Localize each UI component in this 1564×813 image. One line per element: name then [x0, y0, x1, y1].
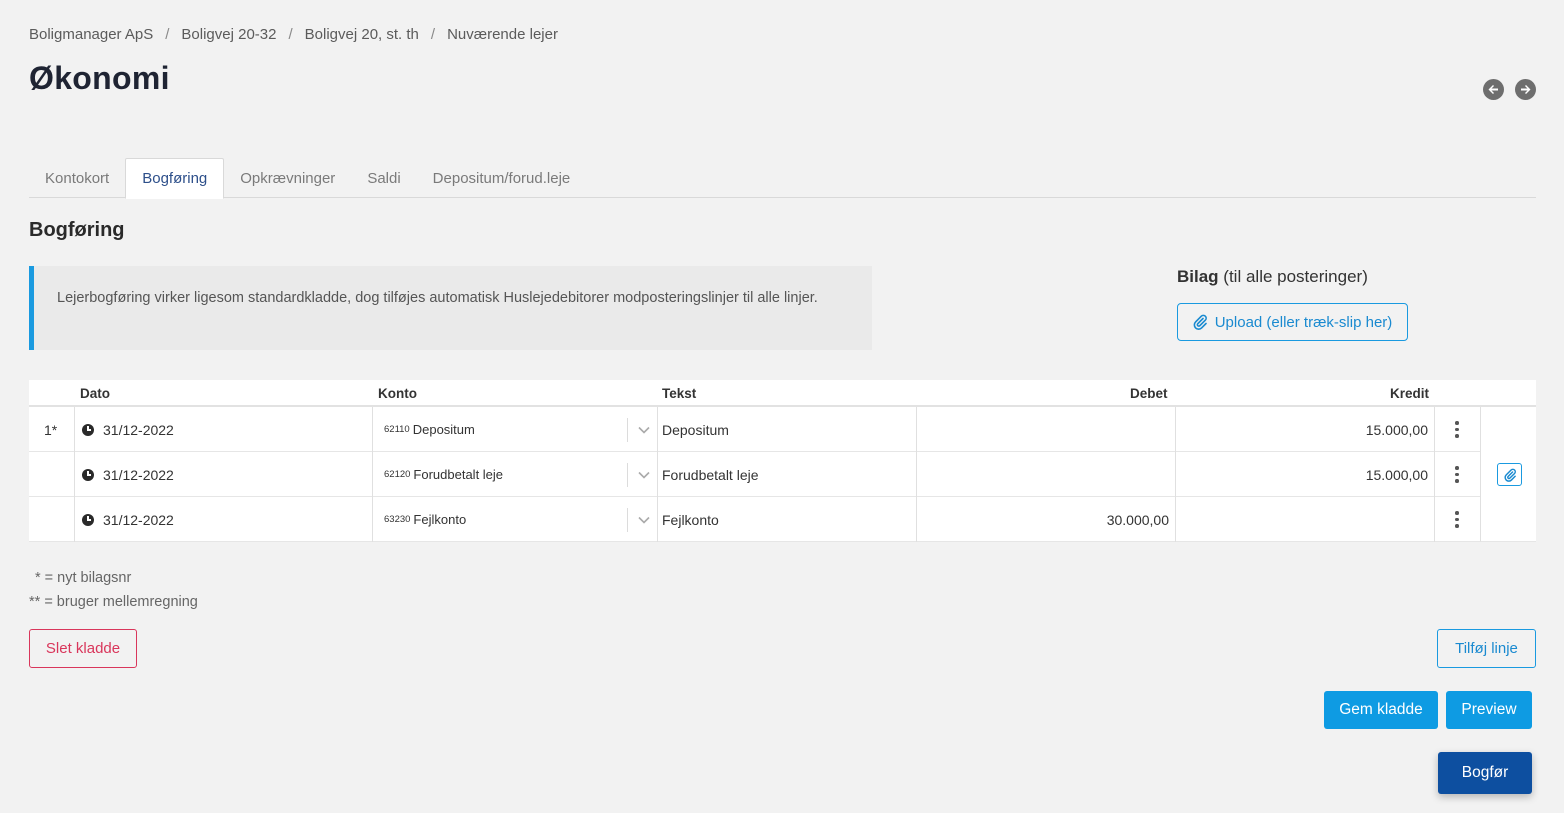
breadcrumb-item-company[interactable]: Boligmanager ApS — [29, 26, 153, 43]
debit-field[interactable]: 30.000,00 — [917, 497, 1169, 542]
attachment-column — [1480, 408, 1536, 542]
breadcrumb-item-tenant[interactable]: Nuværende lejer — [447, 26, 558, 43]
add-line-button[interactable]: Tilføj linje — [1437, 629, 1536, 668]
credit-field[interactable]: 15.000,00 — [1176, 407, 1428, 452]
breadcrumb-item-property[interactable]: Boligvej 20-32 — [181, 26, 276, 43]
post-button[interactable]: Bogfør — [1438, 752, 1532, 794]
account-number: 63230 — [384, 514, 411, 525]
credit-field[interactable]: 15.000,00 — [1176, 452, 1428, 497]
header-tekst: Tekst — [662, 386, 697, 401]
account-name: Forudbetalt leje — [413, 467, 504, 482]
account-select[interactable]: 63230 Fejlkonto — [384, 497, 466, 542]
legend-intermediate: ** = bruger mellemregning — [29, 594, 198, 610]
tab-saldi[interactable]: Saldi — [351, 158, 416, 198]
table-row: 1* 31/12-2022 62110 Depositum Depositum … — [29, 407, 1536, 452]
row-number: 1* — [44, 421, 58, 438]
tab-bar: Kontokort Bogføring Opkrævninger Saldi D… — [29, 158, 1536, 199]
table-row: 31/12-2022 63230 Fejlkonto Fejlkonto 30.… — [29, 497, 1536, 542]
chevron-down-icon[interactable] — [627, 407, 650, 452]
breadcrumb-item-unit[interactable]: Boligvej 20, st. th — [305, 26, 419, 43]
info-text: Lejerbogføring virker ligesom standardkl… — [57, 290, 818, 306]
debit-field[interactable] — [917, 452, 1169, 497]
header-kredit: Kredit — [1390, 386, 1430, 401]
record-navigation — [1483, 79, 1536, 100]
journal-table: Dato Konto Tekst Debet Kredit 1* 31/12-2… — [29, 380, 1536, 542]
text-field[interactable]: Forudbetalt leje — [662, 452, 759, 497]
upload-button-label: Upload (eller træk-slip her) — [1214, 313, 1393, 331]
tab-opkraevninger[interactable]: Opkrævninger — [224, 158, 351, 198]
bilag-heading: Bilag (til alle posteringer) — [1177, 267, 1368, 287]
text-field[interactable]: Depositum — [662, 407, 729, 452]
account-select[interactable]: 62120 Forudbetalt leje — [384, 452, 503, 497]
info-callout: Lejerbogføring virker ligesom standardkl… — [29, 266, 872, 350]
chevron-down-icon[interactable] — [627, 452, 650, 497]
arrow-right-circle-icon[interactable] — [1515, 79, 1536, 100]
tab-bogforing[interactable]: Bogføring — [125, 158, 225, 199]
breadcrumb-separator: / — [288, 26, 293, 43]
account-name: Fejlkonto — [413, 512, 467, 527]
account-select[interactable]: 62110 Depositum — [384, 407, 475, 452]
account-name: Depositum — [412, 422, 475, 437]
clock-icon — [82, 468, 94, 481]
preview-button[interactable]: Preview — [1446, 691, 1532, 729]
arrow-left-circle-icon[interactable] — [1483, 79, 1504, 100]
date-field[interactable]: 31/12-2022 — [82, 497, 174, 542]
date-value: 31/12-2022 — [103, 421, 174, 438]
tab-kontokort[interactable]: Kontokort — [29, 158, 125, 198]
save-draft-button[interactable]: Gem kladde — [1324, 691, 1438, 729]
paperclip-icon — [1193, 314, 1207, 330]
breadcrumb: Boligmanager ApS / Boligvej 20-32 / Boli… — [29, 26, 558, 43]
account-number: 62110 — [384, 424, 410, 435]
credit-field[interactable] — [1176, 497, 1428, 542]
breadcrumb-separator: / — [165, 26, 170, 43]
header-dato: Dato — [80, 386, 110, 401]
tab-depositum[interactable]: Depositum/forud.leje — [417, 158, 587, 198]
kebab-menu-icon[interactable] — [1434, 452, 1480, 497]
clock-icon — [82, 423, 94, 436]
header-debet: Debet — [1130, 386, 1168, 401]
bilag-heading-rest: (til alle posteringer) — [1223, 267, 1368, 286]
legend: * = nyt bilagsnr ** = bruger mellemregni… — [29, 566, 198, 614]
debit-field[interactable] — [917, 407, 1169, 452]
paperclip-icon[interactable] — [1497, 463, 1522, 486]
upload-button[interactable]: Upload (eller træk-slip her) — [1177, 303, 1408, 341]
date-value: 31/12-2022 — [103, 511, 174, 528]
table-header: Dato Konto Tekst Debet Kredit — [29, 380, 1536, 407]
account-number: 62120 — [384, 469, 411, 480]
section-title: Bogføring — [29, 219, 125, 241]
chevron-down-icon[interactable] — [627, 497, 650, 542]
clock-icon — [82, 513, 94, 526]
date-value: 31/12-2022 — [103, 466, 174, 483]
date-field[interactable]: 31/12-2022 — [82, 407, 174, 452]
header-konto: Konto — [378, 386, 417, 401]
breadcrumb-separator: / — [430, 26, 436, 43]
bilag-heading-bold: Bilag — [1177, 267, 1219, 286]
delete-draft-button[interactable]: Slet kladde — [29, 629, 137, 668]
date-field[interactable]: 31/12-2022 — [82, 452, 174, 497]
kebab-menu-icon[interactable] — [1434, 407, 1480, 452]
legend-new-voucher: * = nyt bilagsnr — [35, 570, 132, 586]
kebab-menu-icon[interactable] — [1434, 497, 1480, 542]
text-field[interactable]: Fejlkonto — [662, 497, 719, 542]
page-title: Økonomi — [29, 60, 170, 96]
table-row: 31/12-2022 62120 Forudbetalt leje Forudb… — [29, 452, 1536, 497]
